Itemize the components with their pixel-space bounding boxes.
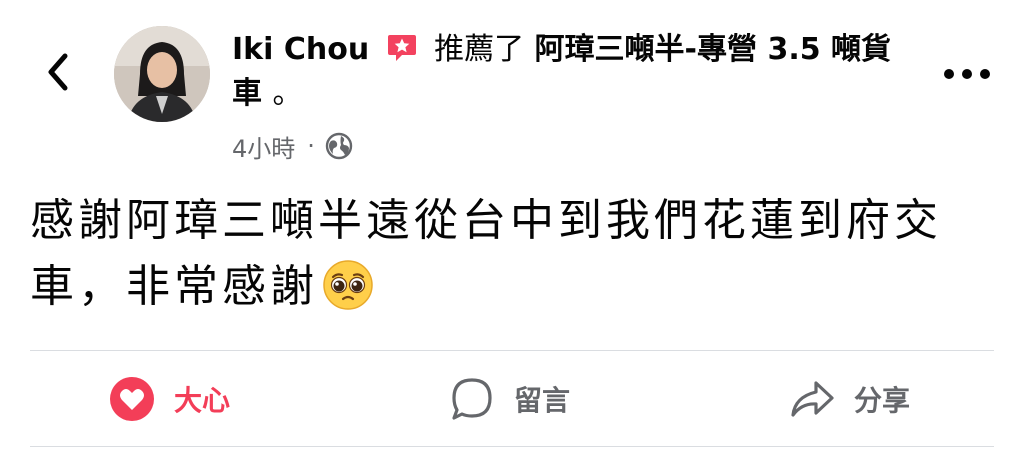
more-options-button[interactable] (944, 62, 990, 86)
more-dot (944, 69, 954, 79)
divider (30, 446, 994, 447)
comment-button[interactable]: 留言 (448, 351, 570, 446)
post-header: Iki Chou 推薦了 阿璋三噸半-專營 3.5 噸貨車 。 (232, 28, 912, 116)
end-punct: 。 (272, 76, 303, 111)
share-arrow-icon (791, 380, 834, 417)
love-label: 大心 (174, 383, 231, 417)
author-name[interactable]: Iki Chou (232, 32, 369, 67)
share-label: 分享 (854, 383, 911, 417)
avatar[interactable] (114, 26, 210, 122)
comment-bubble-icon (452, 377, 492, 420)
share-button[interactable]: 分享 (788, 351, 910, 446)
recommend-badge-icon (387, 35, 416, 61)
back-button[interactable] (38, 52, 78, 92)
meta-separator: · (307, 132, 315, 160)
globe-icon (325, 132, 353, 160)
post-meta: 4小時 · (232, 128, 353, 164)
post-container: Iki Chou 推薦了 阿璋三噸半-專營 3.5 噸貨車 。 4小時 · 感謝… (0, 0, 1024, 460)
action-bar: 大心 留言 分享 (30, 351, 994, 446)
post-time[interactable]: 4小時 (232, 129, 295, 164)
love-heart-icon (110, 376, 154, 421)
avatar-image (114, 26, 210, 122)
more-dot (962, 69, 972, 79)
pleading-face-emoji-icon (323, 260, 373, 310)
action-text: 推薦了 (434, 32, 525, 67)
love-reaction-button[interactable]: 大心 (108, 351, 230, 446)
post-body: 感謝阿璋三噸半遠從台中到我們花蓮到府交車，非常感謝 (30, 188, 990, 320)
more-dot (980, 69, 990, 79)
post-text: 感謝阿璋三噸半遠從台中到我們花蓮到府交車，非常感謝 (30, 195, 942, 312)
chevron-left-icon (48, 53, 68, 91)
comment-label: 留言 (514, 383, 571, 417)
